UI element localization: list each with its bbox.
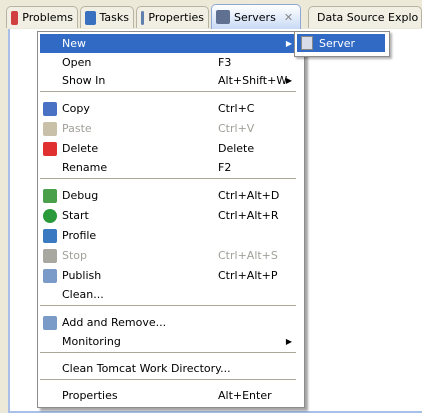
menu-item-shortcut: Ctrl+C (218, 102, 255, 115)
tab-properties[interactable]: Properties (136, 6, 209, 28)
menu-item-label: Add and Remove... (62, 316, 167, 329)
menu-item-label: Debug (62, 189, 99, 202)
menu-item-delete[interactable]: Delete Delete (40, 139, 302, 158)
new-submenu: Server (294, 31, 390, 57)
tab-label: Tasks (99, 11, 129, 24)
publish-icon (43, 268, 57, 283)
menu-item-label: Monitoring (62, 335, 121, 348)
menu-item-clean-tomcat-work-directory[interactable]: Clean Tomcat Work Directory... (40, 359, 302, 378)
submenu-arrow-icon: ▶ (285, 76, 292, 85)
menu-item-debug[interactable]: Debug Ctrl+Alt+D (40, 186, 302, 205)
menu-item-label: Profile (62, 229, 97, 242)
tasks-icon (85, 10, 96, 25)
menu-item-label: Properties (62, 389, 118, 402)
view-tab-bar: Problems Tasks Properties Servers ✕ Data Sour… (0, 0, 422, 29)
context-menu: New ▶ Open F3 Show In Alt+Shift+W ▶ Copy Ctrl+C P… (37, 31, 305, 408)
menu-item-stop[interactable]: Stop Ctrl+Alt+S (40, 246, 302, 265)
tab-problems[interactable]: Problems (6, 6, 78, 28)
add-remove-icon (43, 315, 57, 330)
menu-item-add-and-remove[interactable]: Add and Remove... (40, 313, 302, 332)
menu-item-profile[interactable]: Profile (40, 226, 302, 245)
menu-item-label: Paste (62, 122, 92, 135)
menu-item-new[interactable]: New ▶ (40, 34, 302, 53)
menu-item-open[interactable]: Open F3 (40, 53, 302, 72)
new-server-icon (301, 36, 313, 50)
menu-item-publish[interactable]: Publish Ctrl+Alt+P (40, 266, 302, 285)
menu-item-shortcut: Ctrl+Alt+D (218, 189, 280, 202)
menu-item-shortcut: F3 (218, 56, 232, 69)
menu-item-monitoring[interactable]: Monitoring ▶ (40, 332, 302, 351)
menu-separator (40, 305, 296, 306)
start-icon (43, 208, 57, 223)
menu-item-shortcut: Alt+Enter (218, 389, 272, 402)
tab-servers[interactable]: Servers ✕ (211, 4, 301, 29)
properties-icon (141, 10, 145, 25)
tab-label: Problems (22, 11, 73, 24)
menu-separator (40, 91, 296, 92)
menu-item-start[interactable]: Start Ctrl+Alt+R (40, 206, 302, 225)
tab-tasks[interactable]: Tasks (80, 6, 134, 28)
tab-data-source-explo[interactable]: Data Source Explo (308, 6, 422, 28)
submenu-arrow-icon: ▶ (285, 337, 292, 346)
menu-item-label: Publish (62, 269, 102, 282)
copy-icon (43, 101, 57, 116)
menu-item-properties[interactable]: Properties Alt+Enter (40, 386, 302, 405)
tab-label: Properties (148, 11, 204, 24)
menu-item-label: Stop (62, 249, 88, 262)
menu-item-shortcut: F2 (218, 161, 232, 174)
menu-item-paste[interactable]: Paste Ctrl+V (40, 119, 302, 138)
menu-item-shortcut: Ctrl+Alt+S (218, 249, 278, 262)
menu-item-shortcut: Ctrl+Alt+R (218, 209, 279, 222)
menu-item-copy[interactable]: Copy Ctrl+C (40, 99, 302, 118)
debug-icon (43, 188, 57, 203)
menu-item-shortcut: Ctrl+Alt+P (218, 269, 278, 282)
menu-separator (40, 178, 296, 179)
menu-separator (40, 352, 296, 353)
menu-item-label: Show In (62, 74, 106, 87)
menu-item-shortcut: Alt+Shift+W (218, 74, 288, 87)
tab-label: Data Source Explo (317, 11, 419, 24)
profile-icon (43, 228, 57, 243)
menu-item-label: Server (319, 36, 356, 50)
menu-item-rename[interactable]: Rename F2 (40, 158, 302, 177)
menu-item-clean[interactable]: Clean... (40, 285, 302, 304)
menu-item-label: Start (62, 209, 89, 222)
menu-separator (40, 379, 296, 380)
menu-item-show-in[interactable]: Show In Alt+Shift+W ▶ (40, 71, 302, 90)
close-icon[interactable]: ✕ (284, 11, 293, 24)
stop-icon (43, 248, 57, 263)
tab-label: Servers (234, 10, 276, 24)
problems-icon (11, 10, 19, 25)
menu-item-label: Copy (62, 102, 90, 115)
menu-item-label: New (62, 37, 86, 50)
menu-item-label: Open (62, 56, 92, 69)
paste-icon (43, 121, 57, 136)
servers-icon (216, 10, 230, 24)
menu-item-label: Clean... (62, 288, 104, 301)
menu-item-label: Rename (62, 161, 108, 174)
menu-item-server[interactable]: Server (297, 34, 385, 52)
menu-item-shortcut: Delete (218, 142, 255, 155)
menu-item-label: Delete (62, 142, 99, 155)
menu-item-shortcut: Ctrl+V (218, 122, 255, 135)
delete-icon (43, 141, 57, 156)
menu-item-label: Clean Tomcat Work Directory... (62, 362, 231, 375)
submenu-arrow-icon: ▶ (285, 39, 292, 48)
